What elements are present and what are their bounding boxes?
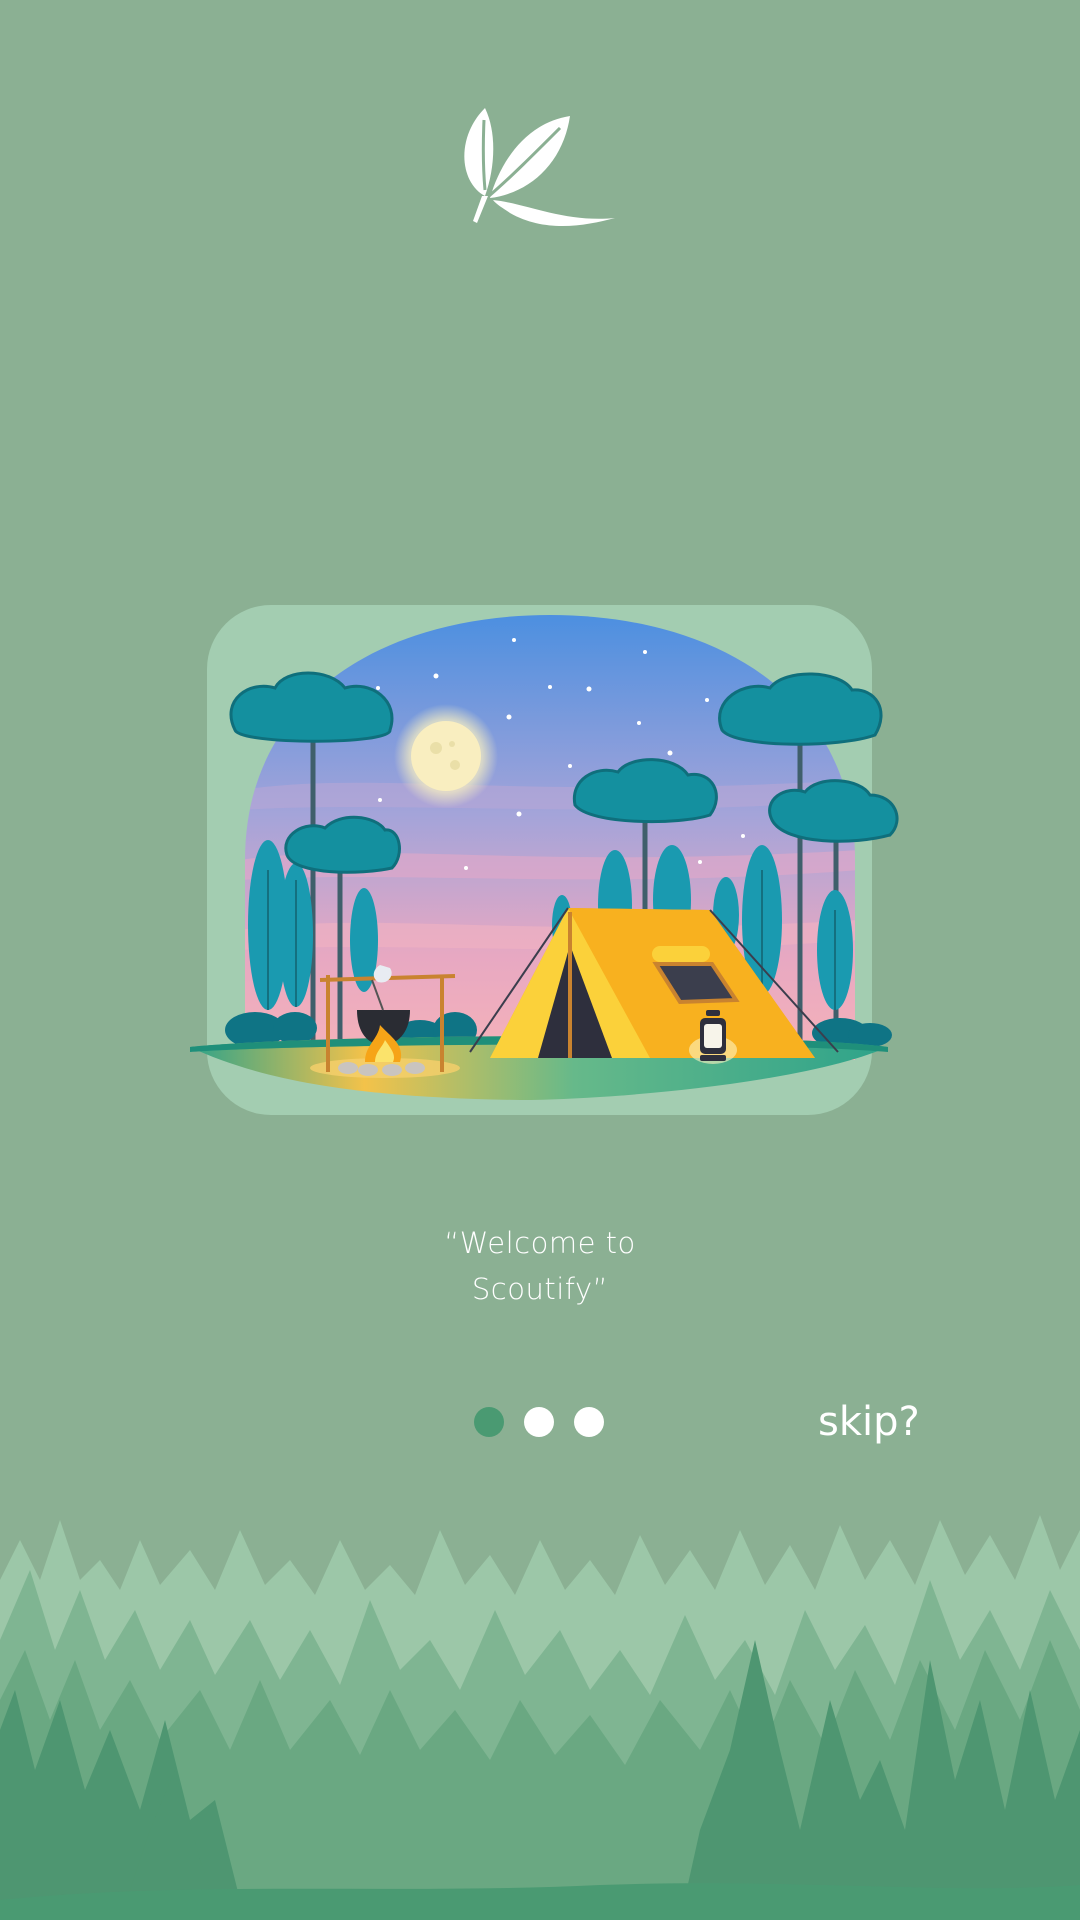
- welcome-line-2: Scoutify”: [471, 1272, 609, 1306]
- pine-forest-silhouette: [0, 1515, 1080, 1920]
- page-dot-2[interactable]: [524, 1407, 554, 1437]
- onboarding-pagination: [474, 1407, 604, 1437]
- welcome-line-1: “Welcome to: [444, 1226, 636, 1260]
- skip-button[interactable]: skip?: [818, 1398, 920, 1446]
- illustration-card: [207, 605, 872, 1115]
- page-dot-3[interactable]: [574, 1407, 604, 1437]
- page-dot-1[interactable]: [474, 1407, 504, 1437]
- leaf-logo-icon: [464, 108, 615, 227]
- welcome-text: “Welcome to Scoutify”: [340, 1220, 740, 1312]
